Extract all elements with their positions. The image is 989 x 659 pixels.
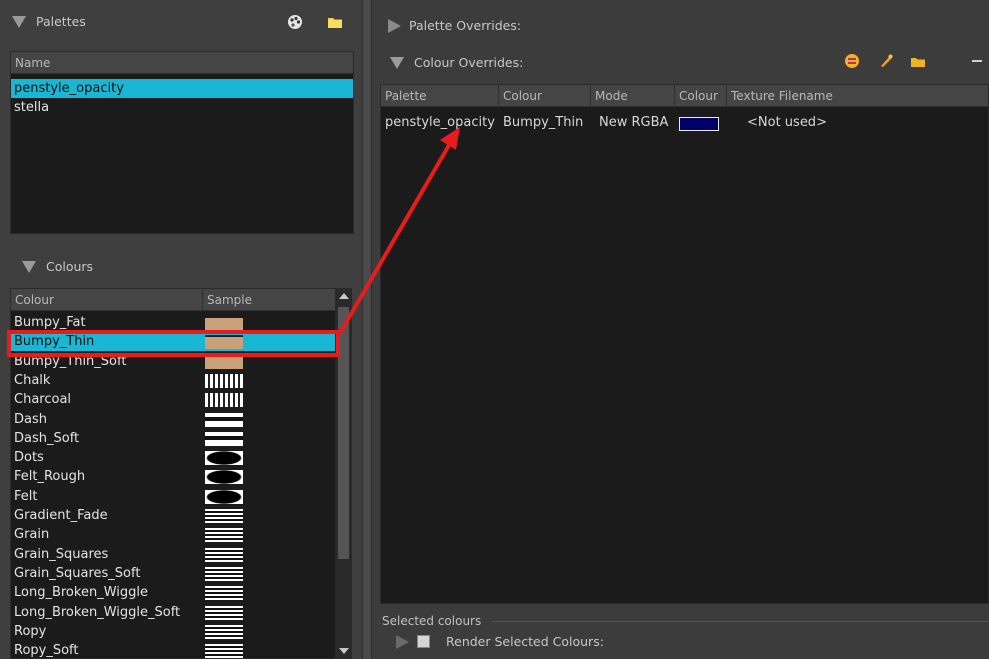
cell-texture: <Not used> — [747, 115, 827, 130]
colour-sample-swatch — [205, 374, 243, 388]
palettes-header[interactable]: Palettes — [12, 14, 86, 29]
column-colour-swatch[interactable]: Colour — [675, 85, 727, 107]
colour-sample-swatch — [205, 470, 243, 484]
minus-icon[interactable] — [972, 60, 982, 62]
colour-sample-swatch — [205, 490, 243, 504]
group-divider — [492, 621, 989, 622]
render-selected-checkbox[interactable] — [417, 635, 430, 648]
colour-item[interactable]: Grain_Squares_Soft — [11, 564, 336, 583]
colour-overrides-header[interactable]: Colour Overrides: — [390, 55, 523, 70]
colour-overrides-table[interactable]: Palette Colour Mode Colour Texture Filen… — [380, 84, 989, 604]
palette-item-stella[interactable]: stella — [11, 98, 353, 117]
render-selected-row: Render Selected Colours: — [396, 634, 604, 649]
colour-item[interactable]: Grain_Squares — [11, 545, 336, 564]
colour-sample-swatch — [205, 586, 243, 600]
colour-sample-swatch — [205, 509, 243, 523]
colour-item[interactable]: Ropy_Soft — [11, 641, 336, 659]
render-selected-label: Render Selected Colours: — [446, 634, 604, 649]
colour-item-label: Charcoal — [14, 392, 72, 407]
colour-item[interactable]: Dash_Soft — [11, 429, 336, 448]
column-colour[interactable]: Colour — [499, 85, 591, 107]
colour-sample-swatch — [205, 644, 243, 658]
collapse-triangle-icon[interactable] — [12, 15, 26, 28]
colour-item[interactable]: Dash — [11, 410, 336, 429]
colour-overrides-title: Colour Overrides: — [414, 55, 524, 70]
colour-item[interactable]: Long_Broken_Wiggle — [11, 583, 336, 602]
colour-item[interactable]: Charcoal — [11, 390, 336, 409]
colour-item-label: Ropy — [14, 624, 47, 639]
folder-icon[interactable] — [327, 14, 343, 30]
table-row[interactable]: penstyle_opacity Bumpy_Thin New RGBA <No… — [381, 115, 988, 135]
colour-item-label: Grain_Squares — [14, 547, 109, 562]
cell-mode: New RGBA — [599, 115, 669, 130]
palettes-column-name[interactable]: Name — [11, 52, 353, 74]
colour-sample-swatch — [205, 567, 243, 581]
colours-header[interactable]: Colours — [22, 259, 93, 274]
colour-sample-swatch — [205, 413, 243, 427]
column-mode[interactable]: Mode — [591, 85, 675, 107]
colour-item[interactable]: Chalk — [11, 371, 336, 390]
colour-item-label: Chalk — [14, 373, 51, 388]
colour-item[interactable]: Long_Broken_Wiggle_Soft — [11, 603, 336, 622]
collapse-triangle-icon[interactable] — [22, 260, 36, 273]
colour-sample-swatch — [205, 451, 243, 465]
colour-item-label: Felt — [14, 489, 38, 504]
colours-column-sample[interactable]: Sample — [203, 289, 335, 311]
expand-triangle-icon[interactable] — [396, 634, 409, 649]
scroll-down-icon[interactable] — [339, 648, 349, 654]
colour-item-label: Grain_Squares_Soft — [14, 566, 141, 581]
colour-item[interactable]: Grain — [11, 525, 336, 544]
palettes-list[interactable]: Name penstyle_opacity stella — [10, 51, 354, 234]
colour-sample-swatch — [205, 625, 243, 639]
colour-sample-swatch — [205, 548, 243, 562]
right-panel: Palette Overrides: Colour Overrides: Pal… — [372, 0, 989, 659]
colour-item-label: Ropy_Soft — [14, 643, 79, 658]
colour-sample-swatch — [205, 432, 243, 446]
colour-item-label: Dash — [14, 412, 47, 427]
colour-item-label: Dash_Soft — [14, 431, 80, 446]
colour-sample-swatch — [205, 355, 243, 369]
colours-title: Colours — [46, 259, 94, 274]
colour-item[interactable]: Ropy — [11, 622, 336, 641]
palette-browser-icon[interactable] — [287, 14, 303, 30]
cell-colour-swatch[interactable] — [679, 117, 719, 131]
colour-item[interactable]: Dots — [11, 448, 336, 467]
colour-item-label: Long_Broken_Wiggle_Soft — [14, 605, 181, 620]
open-folder-icon[interactable] — [910, 53, 926, 69]
collapse-triangle-icon[interactable] — [390, 56, 404, 69]
brush-icon[interactable] — [878, 53, 894, 69]
column-texture-filename[interactable]: Texture Filename — [727, 85, 988, 107]
colour-sample-swatch — [205, 606, 243, 620]
palette-item-penstyle-opacity[interactable]: penstyle_opacity — [11, 79, 353, 98]
palettes-title: Palettes — [36, 14, 86, 29]
colour-item[interactable]: Felt — [11, 487, 336, 506]
selected-colours-label: Selected colours — [382, 614, 482, 628]
expand-triangle-icon[interactable] — [388, 18, 401, 33]
colour-item-label: Grain — [14, 527, 50, 542]
palette-overrides-title: Palette Overrides: — [409, 18, 522, 33]
highlight-box — [7, 330, 340, 357]
colour-sample-swatch — [205, 393, 243, 407]
colour-item[interactable]: Gradient_Fade — [11, 506, 336, 525]
palette-overrides-header[interactable]: Palette Overrides: — [388, 18, 521, 33]
colour-sample-swatch — [205, 316, 243, 330]
colour-item-label: Dots — [14, 450, 44, 465]
colour-item-label: Bumpy_Fat — [14, 315, 86, 330]
scroll-up-icon[interactable] — [339, 293, 349, 299]
panel-splitter[interactable] — [362, 0, 372, 659]
colour-item-label: Gradient_Fade — [14, 508, 108, 523]
cell-colour: Bumpy_Thin — [503, 115, 584, 130]
column-palette[interactable]: Palette — [381, 85, 499, 107]
cell-palette: penstyle_opacity — [385, 115, 495, 130]
colour-item[interactable]: Felt_Rough — [11, 467, 336, 486]
colours-column-colour[interactable]: Colour — [11, 289, 203, 311]
colour-swatch-icon[interactable] — [844, 53, 860, 69]
colour-sample-swatch — [205, 528, 243, 542]
colour-item-label: Long_Broken_Wiggle — [14, 585, 148, 600]
colour-item-label: Felt_Rough — [14, 469, 86, 484]
